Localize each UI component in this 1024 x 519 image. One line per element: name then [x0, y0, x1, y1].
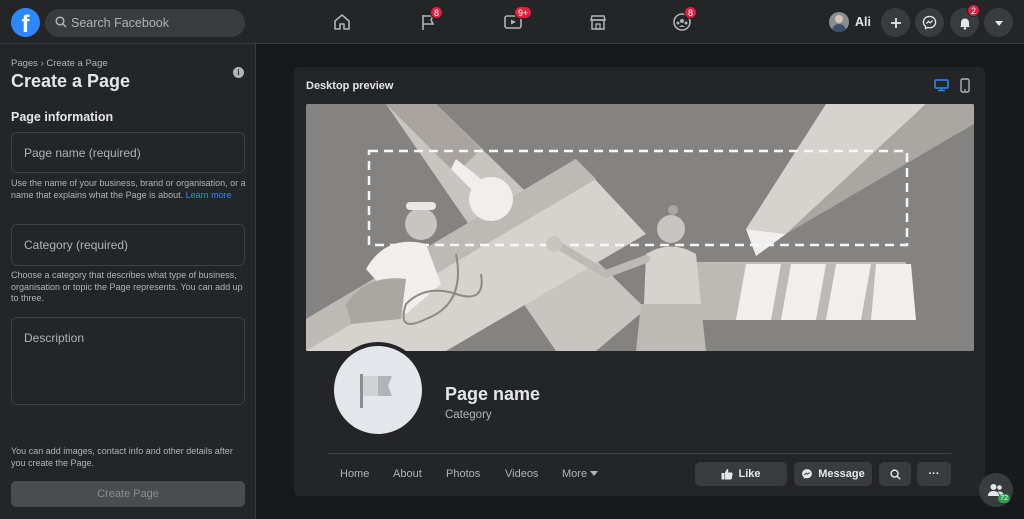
watch-badge: 9+: [514, 6, 533, 19]
bell-icon: [959, 18, 970, 30]
marketplace-nav-icon[interactable]: [584, 8, 612, 36]
profile-name: Ali: [855, 15, 871, 29]
desktop-preview-panel: Desktop preview Page name Category Home …: [294, 67, 985, 496]
like-button[interactable]: Like: [695, 462, 787, 486]
page-name-field[interactable]: Page name (required): [11, 132, 245, 173]
breadcrumb[interactable]: Pages › Create a Page: [11, 58, 108, 69]
contacts-button[interactable]: 72: [979, 473, 1013, 507]
messenger-icon: [922, 15, 937, 30]
create-page-button[interactable]: Create Page: [11, 481, 245, 507]
desktop-view-icon[interactable]: [934, 79, 949, 97]
tab-photos[interactable]: Photos: [446, 468, 480, 480]
page-name-placeholder: Page name (required): [24, 146, 141, 160]
pages-flag-nav-icon[interactable]: 8: [414, 6, 444, 36]
description-field[interactable]: Description: [11, 317, 245, 405]
cover-photo-illustration: [306, 104, 974, 351]
preview-label: Desktop preview: [306, 80, 394, 92]
learn-more-link[interactable]: Learn more: [186, 190, 232, 200]
home-nav-icon[interactable]: [328, 8, 356, 36]
contacts-count: 72: [998, 494, 1010, 503]
page-profile-picture: [330, 342, 426, 438]
mobile-view-icon[interactable]: [960, 78, 970, 98]
description-placeholder: Description: [24, 331, 85, 345]
watch-nav-icon[interactable]: 9+: [499, 6, 533, 36]
messenger-button[interactable]: [915, 8, 944, 37]
category-field[interactable]: Category (required): [11, 224, 245, 266]
info-icon[interactable]: i: [233, 67, 244, 78]
tab-about[interactable]: About: [393, 468, 422, 480]
create-plus-button[interactable]: [881, 8, 910, 37]
top-navigation-bar: f 8 9+ 8 Ali 2: [0, 0, 1024, 44]
search-icon: [55, 16, 67, 28]
create-page-sidebar: Pages › Create a Page Create a Page i Pa…: [0, 44, 256, 519]
page-name-help: Use the name of your business, brand or …: [11, 178, 246, 200]
tab-videos[interactable]: Videos: [505, 468, 538, 480]
search-page-button[interactable]: [879, 462, 911, 486]
category-help: Choose a category that describes what ty…: [11, 270, 243, 303]
pages-badge: 8: [430, 6, 444, 19]
message-button[interactable]: Message: [794, 462, 872, 486]
groups-nav-icon[interactable]: 8: [668, 6, 698, 36]
preview-category: Category: [445, 409, 492, 421]
caret-down-icon: [994, 20, 1003, 26]
search-icon: [889, 468, 901, 480]
account-menu-button[interactable]: [984, 8, 1013, 37]
notifications-badge: 2: [967, 4, 981, 17]
search-box[interactable]: [45, 9, 245, 37]
plus-icon: [890, 17, 901, 28]
messenger-icon: [802, 469, 813, 479]
flag-placeholder-icon: [360, 374, 392, 408]
facebook-logo-icon[interactable]: f: [11, 8, 40, 38]
notifications-button[interactable]: 2: [950, 4, 981, 37]
thumbs-up-icon: [721, 469, 734, 480]
tab-home[interactable]: Home: [340, 468, 369, 480]
preview-tab-bar: Home About Photos Videos More Like Messa…: [328, 453, 951, 496]
avatar: [829, 12, 849, 32]
caret-down-icon: [590, 471, 599, 476]
tab-more[interactable]: More: [562, 468, 599, 480]
category-placeholder: Category (required): [24, 238, 129, 252]
footer-note: You can add images, contact info and oth…: [11, 446, 233, 468]
more-actions-button[interactable]: ···: [917, 462, 951, 486]
page-title: Create a Page: [11, 71, 131, 91]
search-input[interactable]: [71, 9, 239, 37]
profile-button[interactable]: Ali: [829, 10, 871, 34]
preview-page-name: Page name: [445, 384, 541, 404]
groups-badge: 8: [684, 6, 698, 19]
section-title: Page information: [11, 110, 114, 124]
